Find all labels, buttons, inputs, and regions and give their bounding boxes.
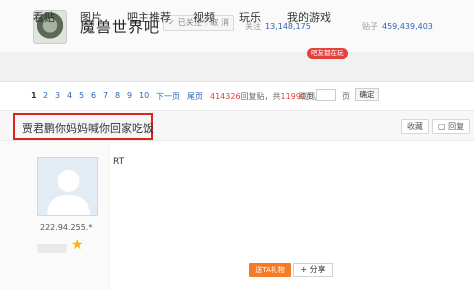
page-link[interactable]: 4: [67, 91, 72, 100]
post-title: 贾君鹏你妈妈喊你回家吃饭: [22, 122, 154, 135]
page-link[interactable]: 3: [55, 91, 60, 100]
last-page-link[interactable]: 尾页: [187, 91, 203, 102]
tab-posts[interactable]: 看贴: [33, 9, 55, 25]
comment-icon: ▢: [438, 122, 446, 131]
page-link[interactable]: 8: [115, 91, 120, 100]
reply-count: 414326: [210, 92, 241, 101]
default-avatar-icon: [47, 170, 90, 215]
posts-stat: 贴子 459,439,403: [362, 21, 433, 32]
page-link[interactable]: 6: [91, 91, 96, 100]
author-ip: 222.94.255.*: [40, 223, 93, 232]
page-link[interactable]: 1: [31, 91, 37, 100]
forum-nav: [0, 52, 474, 82]
share-label: 分享: [309, 265, 326, 274]
tab-videos[interactable]: 视频: [193, 9, 215, 25]
tab-fun[interactable]: 玩乐: [239, 9, 261, 25]
tab-recommended[interactable]: 吧主推荐: [127, 9, 171, 25]
reply-suffix: 回复贴，共: [240, 92, 281, 101]
collect-button[interactable]: 收藏: [401, 119, 429, 134]
posts-count: 459,439,403: [382, 22, 433, 31]
reply-label: 回复: [448, 122, 465, 131]
jump-page-input[interactable]: [316, 89, 336, 101]
send-gift-button[interactable]: 送TA礼物: [249, 263, 291, 277]
page-link[interactable]: 10: [139, 91, 149, 100]
games-badge: 吧友都在玩: [307, 48, 348, 59]
post-content: RT: [113, 157, 125, 167]
level-bar: [37, 244, 67, 253]
avatar[interactable]: [37, 157, 98, 216]
next-page-link[interactable]: 下一页: [156, 91, 180, 102]
page-link[interactable]: 7: [103, 91, 108, 100]
reply-button[interactable]: ▢ 回复: [432, 119, 471, 134]
plus-icon: +: [300, 265, 308, 274]
tab-images[interactable]: 图片: [80, 9, 102, 25]
star-icon: ★: [71, 237, 84, 253]
page-unit: 页: [342, 92, 350, 101]
jump-confirm-button[interactable]: 确定: [355, 88, 379, 101]
share-button[interactable]: + 分享: [293, 263, 333, 277]
page-link[interactable]: 5: [79, 91, 84, 100]
page-link[interactable]: 9: [127, 91, 132, 100]
page-link[interactable]: 2: [43, 91, 48, 100]
jump-label: 跳到: [299, 92, 315, 101]
posts-stat-label: 贴子: [362, 22, 378, 31]
tab-my-games[interactable]: 我的游戏: [287, 9, 331, 25]
